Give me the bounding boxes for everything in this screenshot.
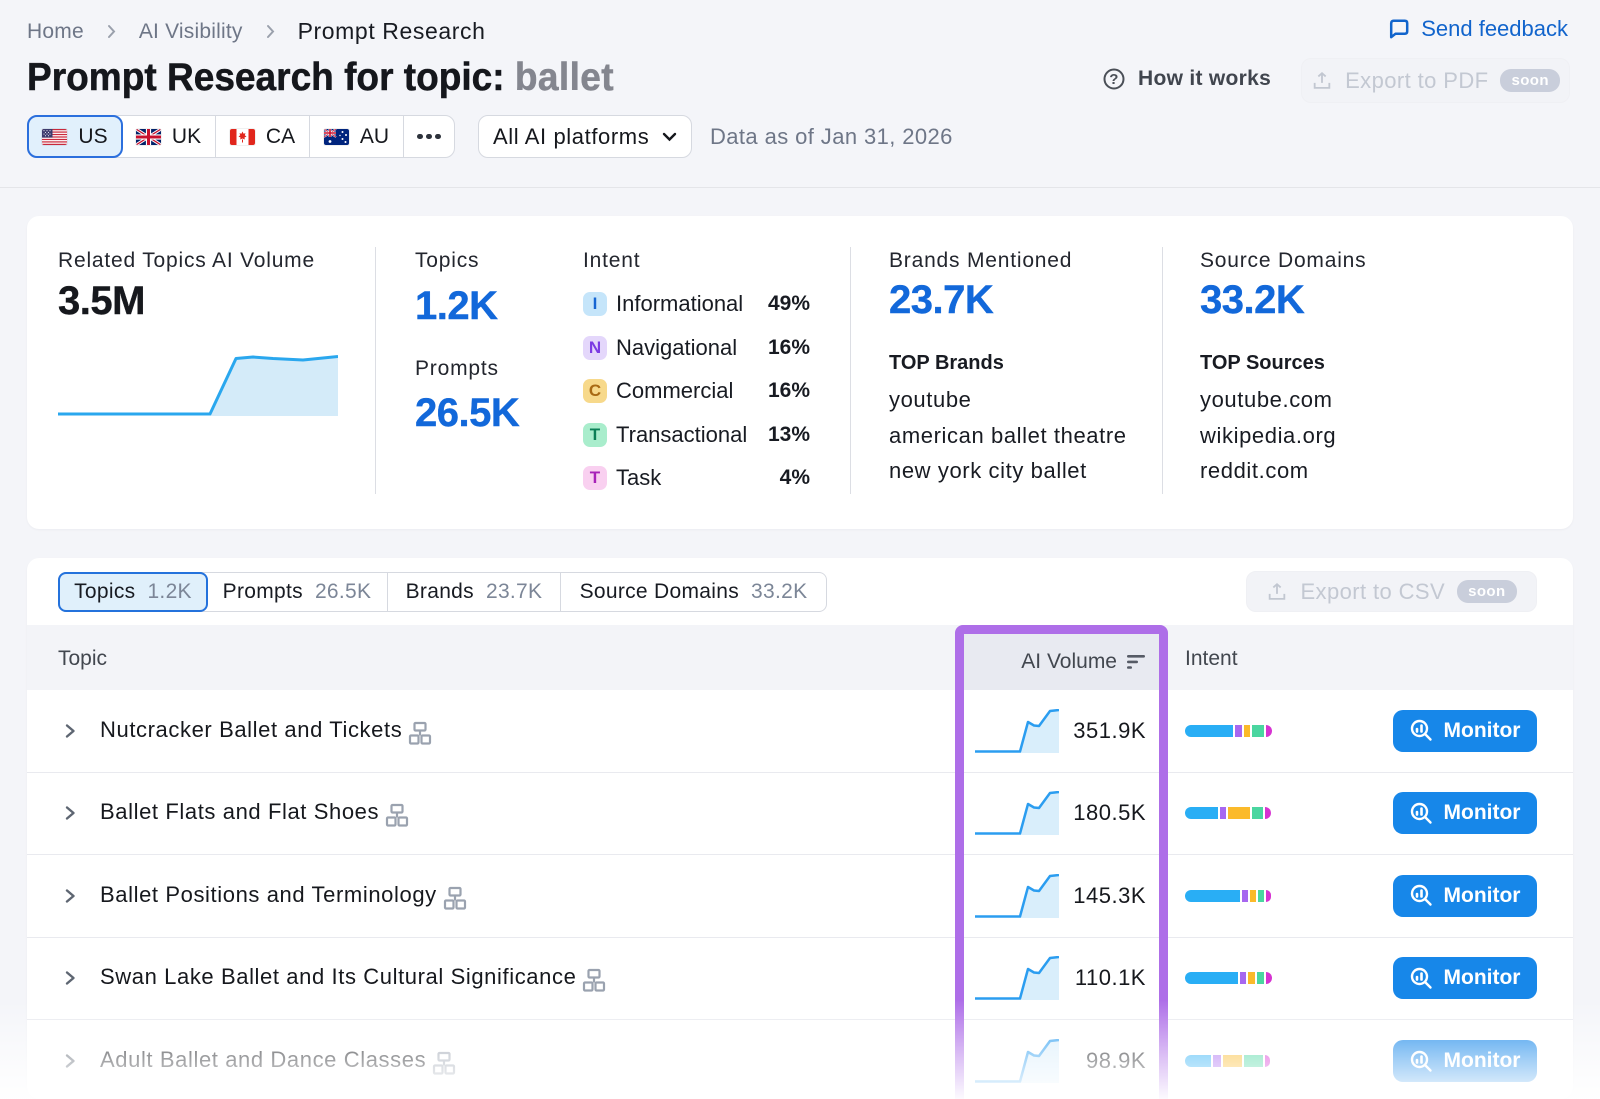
- svg-text:?: ?: [1109, 71, 1118, 88]
